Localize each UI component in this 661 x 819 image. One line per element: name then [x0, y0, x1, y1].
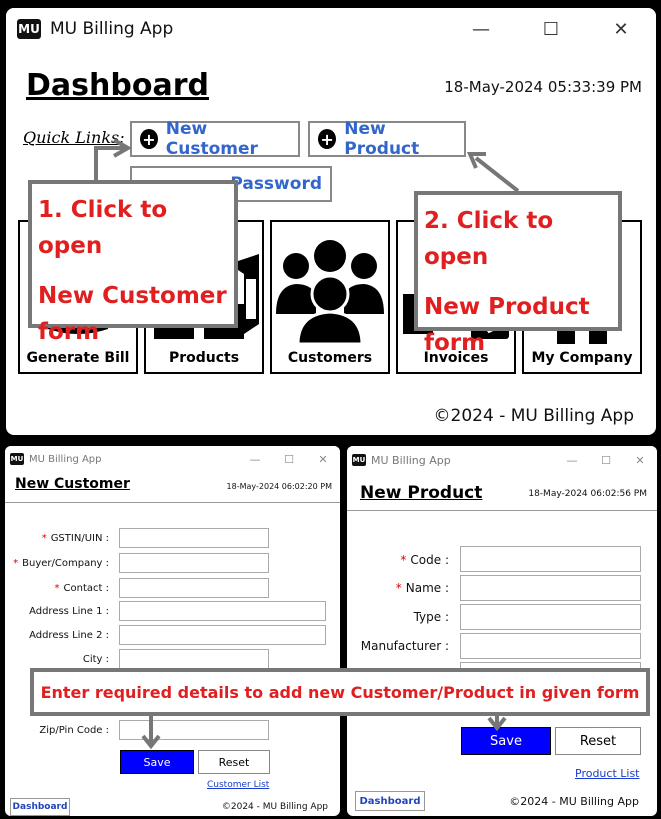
- callout-line: form: [424, 330, 486, 356]
- plus-circle-icon: +: [318, 129, 337, 149]
- contact-input[interactable]: [119, 578, 269, 598]
- maximize-icon[interactable]: ☐: [589, 447, 623, 473]
- datetime-display: 18-May-2024 06:02:20 PM: [226, 482, 332, 491]
- window-title: MU Billing App: [29, 453, 102, 465]
- maximize-icon[interactable]: ☐: [272, 446, 306, 472]
- app-logo: MU: [352, 454, 366, 466]
- field-label-zip: Zip/Pin Code :: [39, 725, 109, 736]
- copyright-footer: ©2024 - MU Billing App: [221, 802, 328, 812]
- plus-circle-icon: +: [140, 129, 158, 149]
- save-button[interactable]: Save: [120, 750, 194, 774]
- field-label-buyer: * Buyer/Company :: [13, 558, 109, 569]
- field-label-address2: Address Line 2 :: [29, 630, 109, 641]
- datetime-display: 18-May-2024 06:02:56 PM: [528, 489, 647, 499]
- minimize-icon[interactable]: —: [238, 446, 272, 472]
- down-arrow-icon: [141, 716, 161, 750]
- city-input[interactable]: [119, 649, 269, 669]
- new-product-label: New Product: [344, 119, 420, 159]
- window-controls: — ☐ ✕: [446, 8, 656, 50]
- password-label: Password: [230, 174, 322, 194]
- buyer-company-input[interactable]: [119, 553, 269, 573]
- title-bar: MU MU Billing App — ☐ ✕: [6, 8, 656, 50]
- reset-button[interactable]: Reset: [555, 727, 641, 755]
- close-icon[interactable]: ✕: [306, 446, 340, 472]
- product-list-link[interactable]: Product List: [575, 767, 640, 780]
- datetime-display: 18-May-2024 05:33:39 PM: [444, 78, 642, 96]
- tile-label: Generate Bill: [26, 350, 130, 366]
- minimize-icon[interactable]: —: [446, 8, 516, 50]
- dashboard-tab[interactable]: Dashboard: [355, 791, 425, 811]
- divider: [5, 502, 340, 503]
- maximize-icon[interactable]: ☐: [516, 8, 586, 50]
- close-icon[interactable]: ✕: [623, 447, 657, 473]
- gstin-input[interactable]: [119, 528, 269, 548]
- callout-line: New Customer: [38, 283, 227, 309]
- tile-customers[interactable]: Customers: [270, 220, 390, 374]
- callout-new-product: 2. Click to open New Product form: [414, 191, 622, 356]
- dashboard-tab[interactable]: Dashboard: [10, 798, 70, 816]
- name-input[interactable]: [460, 575, 641, 601]
- close-icon[interactable]: ✕: [586, 8, 656, 50]
- manufacturer-input[interactable]: [460, 633, 641, 659]
- title-bar: MU MU Billing App — ☐ ✕: [5, 446, 340, 472]
- minimize-icon[interactable]: —: [555, 447, 589, 473]
- new-customer-label: New Customer: [165, 119, 258, 159]
- main-window: MU MU Billing App — ☐ ✕ Dashboard 18-May…: [6, 8, 656, 435]
- window-controls: — ☐ ✕: [238, 446, 340, 472]
- callout-new-customer: 1. Click to open New Customer form: [28, 180, 238, 345]
- callout-line: form: [38, 319, 100, 345]
- instruction-banner: Enter required details to add new Custom…: [30, 668, 650, 716]
- address-line-2-input[interactable]: [119, 625, 326, 645]
- page-title: New Customer: [15, 476, 130, 492]
- window-title: MU Billing App: [50, 19, 174, 39]
- tile-label: Customers: [287, 350, 373, 366]
- field-label-city: City :: [82, 654, 109, 665]
- field-label-type: Type :: [413, 610, 449, 624]
- field-label-code: * Code :: [400, 553, 449, 567]
- tile-label: Products: [168, 350, 240, 366]
- new-product-button[interactable]: + New Product: [308, 119, 466, 159]
- callout-line: 1. Click to open: [38, 197, 168, 259]
- field-label-name: * Name :: [395, 581, 449, 595]
- type-input[interactable]: [460, 604, 641, 630]
- field-label-contact: * Contact :: [54, 583, 109, 594]
- copyright-footer: ©2024 - MU Billing App: [433, 406, 634, 426]
- customer-list-link[interactable]: Customer List: [207, 780, 269, 790]
- quick-links-label: Quick Links:: [23, 128, 125, 147]
- page-title: New Product: [360, 483, 483, 503]
- window-title: MU Billing App: [371, 453, 451, 467]
- new-product-window: MU MU Billing App — ☐ ✕ New Product 18-M…: [347, 446, 657, 816]
- callout-line: New Product: [424, 294, 590, 320]
- reset-button[interactable]: Reset: [198, 750, 270, 774]
- field-label-address1: Address Line 1 :: [29, 606, 109, 617]
- copyright-footer: ©2024 - MU Billing App: [509, 795, 639, 808]
- field-label-manufacturer: Manufacturer :: [360, 639, 449, 653]
- people-icon: [272, 232, 388, 346]
- callout-line: 2. Click to open: [424, 208, 554, 270]
- title-bar: MU MU Billing App — ☐ ✕: [347, 446, 657, 474]
- new-customer-window: MU MU Billing App — ☐ ✕ New Customer 18-…: [5, 446, 340, 816]
- window-controls: — ☐ ✕: [555, 447, 657, 473]
- app-logo: MU: [10, 453, 24, 465]
- field-label-gstin: * GSTIN/UIN :: [41, 533, 109, 544]
- code-input[interactable]: [460, 546, 641, 572]
- page-title: Dashboard: [26, 68, 209, 103]
- app-logo: MU: [17, 19, 41, 39]
- new-customer-button[interactable]: + New Customer: [130, 119, 300, 159]
- address-line-1-input[interactable]: [119, 601, 326, 621]
- divider: [347, 510, 657, 511]
